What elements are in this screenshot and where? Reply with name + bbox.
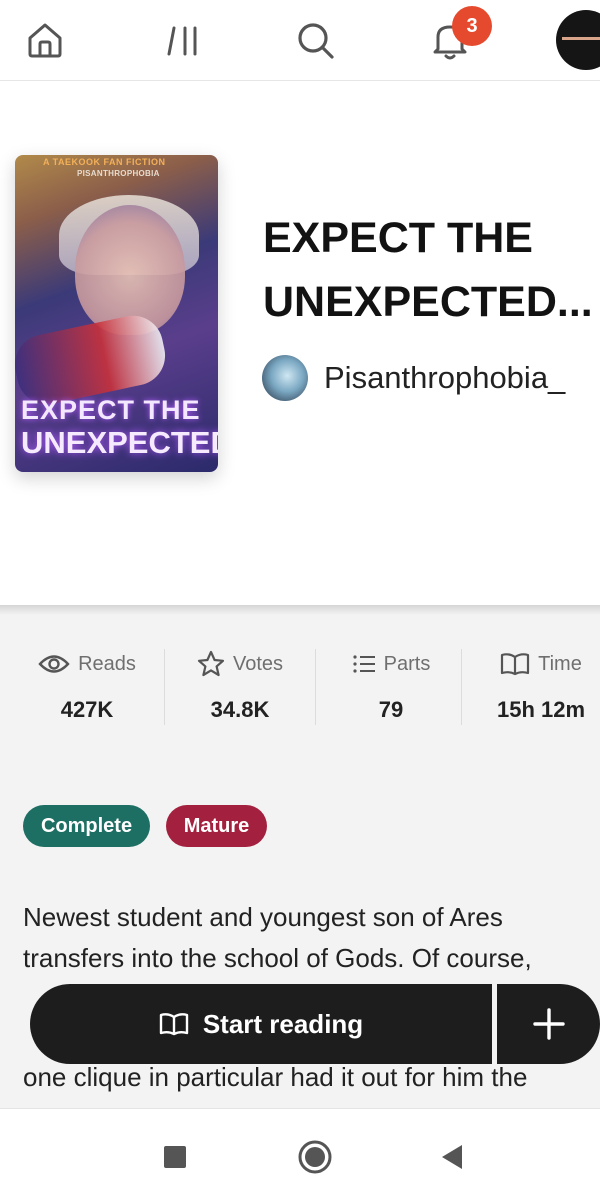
star-icon	[197, 650, 225, 677]
story-cover-image[interactable]: A TAEKOOK FAN FICTION PISANTHROPHOBIA EX…	[15, 155, 218, 472]
stat-time: Time 15h 12m	[487, 647, 595, 723]
stat-time-label: Time	[538, 652, 582, 675]
start-reading-label: Start reading	[202, 1008, 364, 1039]
book-icon	[501, 653, 530, 676]
stat-reads-value: 427K	[60, 697, 114, 722]
cover-subtitle: A TAEKOOK FAN FICTION	[43, 157, 166, 167]
stat-votes-value: 34.8K	[210, 697, 270, 722]
tag-complete[interactable]: Complete	[23, 805, 150, 847]
stat-votes: Votes 34.8K	[194, 647, 286, 723]
stat-divider	[315, 649, 316, 725]
story-title-line-1: EXPECT THE	[263, 214, 533, 262]
home-icon[interactable]	[23, 18, 67, 62]
stat-divider	[461, 649, 462, 725]
eye-icon	[38, 655, 70, 673]
stat-time-value: 15h 12m	[496, 697, 586, 722]
start-reading-button[interactable]: Start reading	[30, 984, 492, 1064]
story-description: Newest student and youngest son of Ares …	[23, 902, 532, 973]
back-triangle-icon[interactable]	[430, 1135, 474, 1179]
stat-reads: Reads 427K	[38, 647, 136, 723]
top-navigation-bar: 3	[0, 0, 600, 81]
tag-mature[interactable]: Mature	[166, 805, 267, 847]
system-navigation-bar	[0, 1108, 600, 1200]
notification-count-badge: 3	[452, 6, 492, 46]
cover-title-line-1: EXPECT THE	[21, 395, 201, 425]
story-header: A TAEKOOK FAN FICTION PISANTHROPHOBIA EX…	[0, 81, 600, 605]
stat-votes-label: Votes	[232, 652, 284, 675]
author-avatar[interactable]	[262, 355, 308, 401]
square-icon[interactable]	[153, 1135, 197, 1179]
stat-parts-value: 79	[378, 697, 404, 722]
add-to-library-button[interactable]	[497, 984, 600, 1064]
plus-icon	[532, 1008, 565, 1040]
list-icon	[353, 655, 375, 673]
open-book-icon	[159, 1013, 189, 1036]
story-description-visible-line: one clique in particular had it out for …	[23, 1062, 528, 1092]
cover-author: PISANTHROPHOBIA	[77, 169, 160, 178]
author-link[interactable]: Pisanthrophobia_	[262, 355, 565, 401]
circle-icon[interactable]	[293, 1135, 337, 1179]
search-icon[interactable]	[293, 18, 337, 62]
library-icon[interactable]	[160, 18, 204, 62]
stat-parts: Parts 79	[347, 647, 435, 723]
story-title: EXPECT THE UNEXPECTED...	[263, 206, 600, 334]
profile-avatar[interactable]	[556, 10, 600, 70]
stat-reads-label: Reads	[78, 652, 136, 675]
story-title-line-2: UNEXPECTED...	[263, 278, 593, 326]
author-name[interactable]: Pisanthrophobia_	[324, 360, 565, 396]
stat-divider	[164, 649, 165, 725]
stat-parts-label: Parts	[383, 652, 431, 675]
cover-title-line-2: UNEXPECTED	[21, 425, 218, 460]
